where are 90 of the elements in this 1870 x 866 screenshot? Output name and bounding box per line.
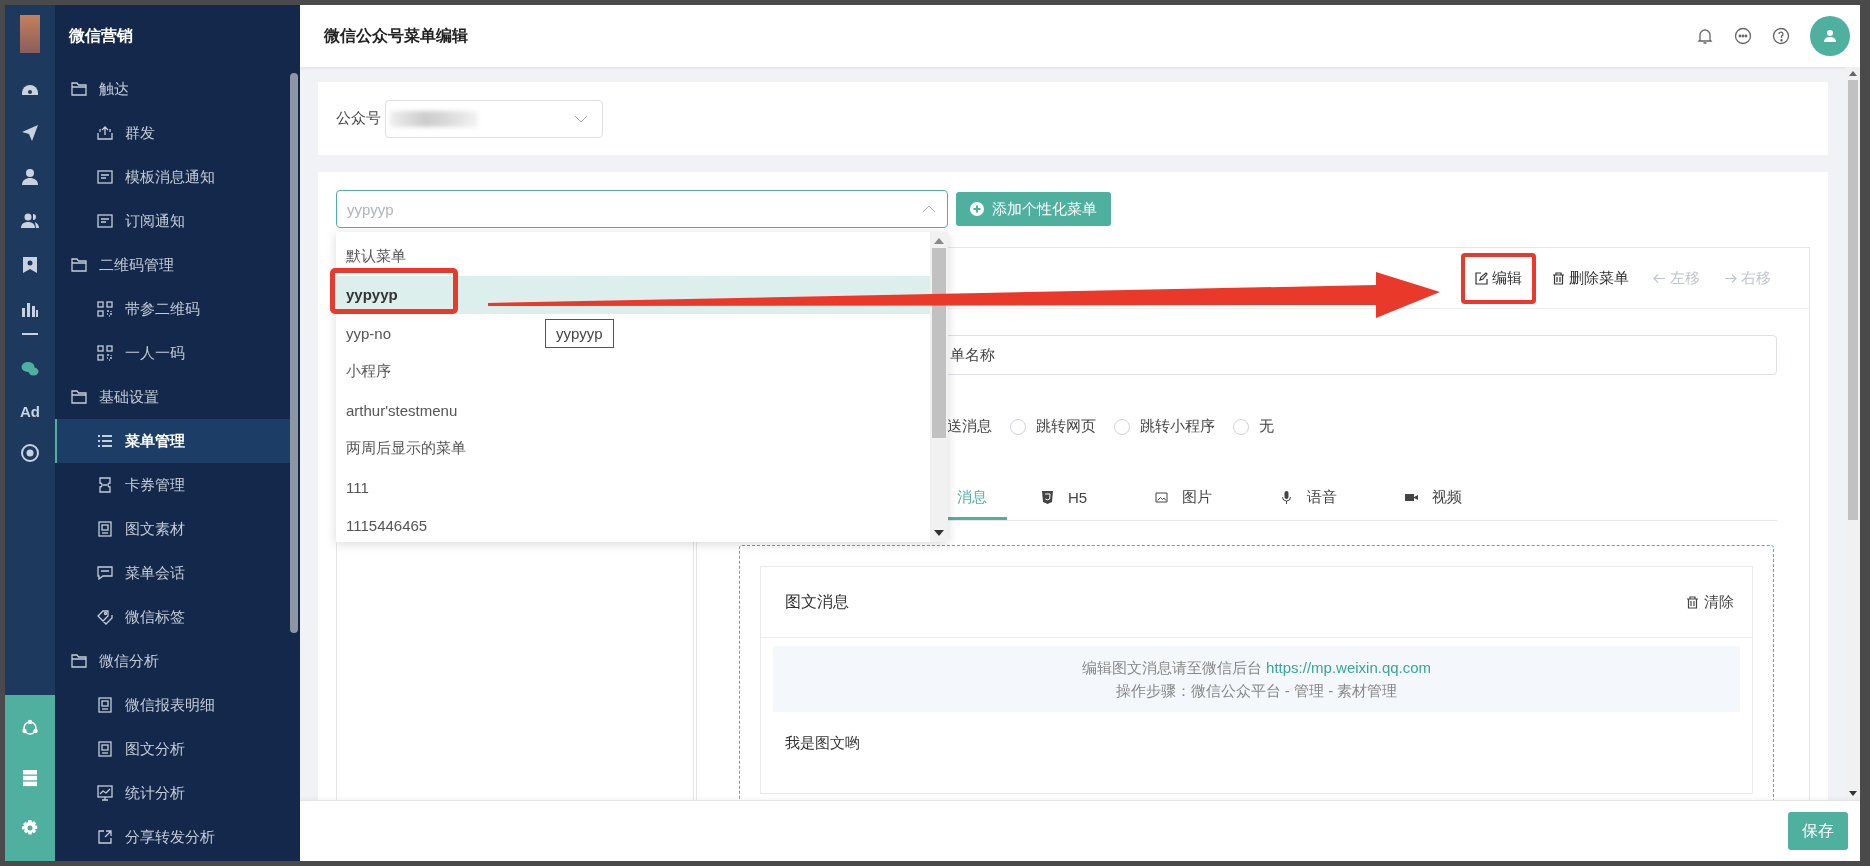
doc-icon	[97, 521, 113, 537]
edit-icon	[1475, 271, 1488, 285]
dropdown-option[interactable]: 小程序	[336, 352, 401, 391]
dropdown-option[interactable]: 两周后显示的菜单	[336, 429, 476, 468]
sidebar-group[interactable]: 微信分析	[55, 639, 290, 683]
panel-icon	[97, 169, 113, 185]
dropdown-option[interactable]: yyp-no	[336, 314, 402, 353]
chat-icon	[97, 565, 113, 581]
delete-action[interactable]: 删除菜单	[1544, 258, 1637, 298]
account-label: 公众号	[336, 109, 381, 128]
doc-icon	[97, 697, 113, 713]
clear-button[interactable]: 清除	[1680, 591, 1740, 613]
avatar-icon[interactable]	[1810, 16, 1850, 56]
scroll-up-icon[interactable]	[1849, 71, 1857, 76]
sidebar-group[interactable]: 触达	[55, 67, 290, 111]
card-title: 图文消息	[785, 591, 849, 612]
logo-placeholder	[20, 15, 40, 53]
radio-option[interactable]: 跳转小程序	[1114, 417, 1215, 436]
tag-icon	[97, 609, 113, 625]
radio-option[interactable]: 跳转网页	[1010, 417, 1096, 436]
radio-label: 跳转网页	[1036, 417, 1096, 436]
message-type-tab[interactable]: H5	[1007, 480, 1122, 520]
sidebar-group[interactable]: 二维码管理	[55, 243, 290, 287]
stats-icon	[97, 785, 113, 801]
share-icon	[97, 829, 113, 845]
plus-icon	[970, 202, 984, 216]
sidebar-item[interactable]: 分享转发分析	[55, 815, 290, 859]
sidebar-title: 微信营销	[68, 26, 134, 46]
message-type-tab[interactable]: 视频	[1371, 480, 1497, 520]
sidebar-item[interactable]: 图文分析	[55, 727, 290, 771]
sidebar-item[interactable]: 菜单管理	[55, 419, 290, 463]
notice-text: 编辑图文消息请至微信后台	[1081, 659, 1262, 676]
ad-button[interactable]: Ad	[5, 391, 55, 431]
list-icon	[97, 433, 113, 449]
help-icon[interactable]	[1772, 27, 1790, 45]
scroll-down-icon[interactable]	[934, 530, 944, 536]
grid-icon	[97, 345, 113, 361]
folder-icon	[71, 654, 87, 668]
dropdown-option[interactable]: 111	[336, 468, 379, 507]
message-type-tab[interactable]: 语音	[1246, 480, 1372, 520]
sidebar-item[interactable]: 一人一码	[55, 331, 290, 375]
radio-label: 无	[1259, 417, 1274, 436]
sidebar-item[interactable]: 统计分析	[55, 771, 290, 815]
folder-icon	[71, 258, 87, 272]
radio-label[interactable]: 送消息	[947, 417, 992, 436]
sidebar-item[interactable]: 模板消息通知	[55, 155, 290, 199]
news-text: 我是图文哟	[784, 733, 861, 753]
panel-icon	[97, 213, 113, 229]
right-icon	[1724, 271, 1737, 285]
chat-icon[interactable]	[1734, 27, 1752, 45]
folder-icon	[71, 390, 87, 404]
tooltip: yypyyp	[545, 319, 614, 348]
voice-icon	[1280, 491, 1294, 504]
sidebar-item[interactable]: 订阅通知	[55, 199, 290, 243]
left-icon	[1653, 271, 1666, 285]
scroll-up-icon[interactable]	[934, 238, 944, 244]
sidebar-item[interactable]: 带参二维码	[55, 287, 290, 331]
sidebar-item[interactable]: 图文素材	[55, 507, 290, 551]
edit-action[interactable]: 编辑	[1461, 252, 1536, 304]
delete-icon	[1552, 271, 1565, 285]
sidebar-item[interactable]: 菜单会话	[55, 551, 290, 595]
h5-icon	[1041, 491, 1054, 504]
sidebar-item[interactable]: 群发	[55, 111, 290, 155]
folder-icon	[71, 82, 87, 96]
dropdown-option[interactable]: arthur'stestmenu	[336, 391, 468, 430]
dropdown-option[interactable]: 默认菜单	[336, 237, 416, 276]
chevron-down-icon	[574, 114, 588, 123]
sidebar-item[interactable]: 微信标签	[55, 595, 290, 639]
dropdown-option[interactable]: 1115446465	[336, 506, 438, 545]
grid-icon	[97, 301, 113, 317]
radio-option[interactable]: 无	[1233, 417, 1274, 436]
scroll-down-icon[interactable]	[1849, 791, 1857, 796]
notice-steps: 操作步骤：微信公众平台 - 管理 - 素材管理	[783, 679, 1730, 702]
message-type-tab[interactable]: 图片	[1121, 480, 1247, 520]
sidebar-item[interactable]: 卡券管理	[55, 463, 290, 507]
trash-icon	[1686, 595, 1699, 609]
image-icon	[1155, 491, 1169, 504]
menu-select[interactable]: yypyyp	[336, 190, 948, 228]
sidebar-item[interactable]: 微信报表明细	[55, 683, 290, 727]
video-icon	[1405, 491, 1419, 504]
sidebar-group[interactable]: 基础设置	[55, 375, 290, 419]
radio-label: 跳转小程序	[1140, 417, 1215, 436]
upload-icon	[97, 125, 113, 141]
doc-icon	[97, 741, 113, 757]
dropdown-scrollbar[interactable]	[930, 232, 948, 542]
coupon-icon	[97, 477, 113, 493]
bell-icon[interactable]	[1696, 27, 1714, 45]
page-scrollbar[interactable]	[1846, 67, 1860, 800]
page-title: 微信公众号菜单编辑	[324, 25, 468, 46]
sidebar-scrollbar[interactable]	[290, 73, 298, 633]
